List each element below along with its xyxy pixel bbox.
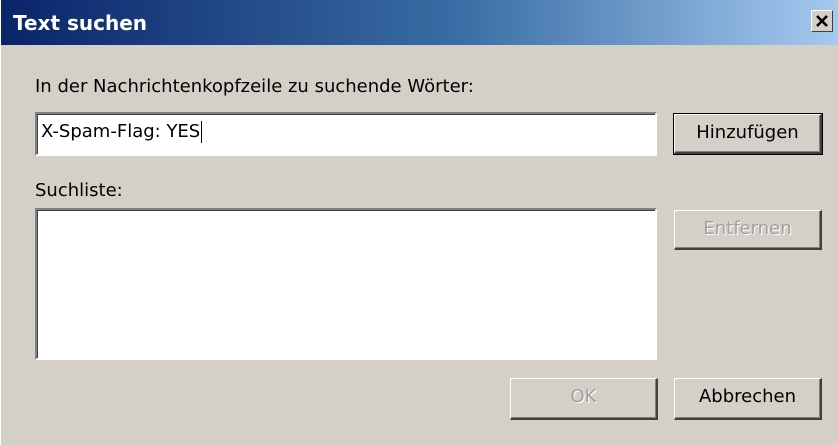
remove-button-label: Entfernen [703,218,792,239]
window-title: Text suchen [13,11,148,35]
header-words-label: In der Nachrichtenkopfzeile zu suchende … [35,76,474,97]
remove-button[interactable]: Entfernen [674,210,822,250]
add-button-label: Hinzufügen [696,122,799,143]
search-list-label: Suchliste: [35,180,123,201]
ok-button-label: OK [570,386,597,407]
close-button[interactable] [811,10,833,32]
text-caret [201,121,203,143]
header-words-value: X-Spam-Flag: YES [41,121,203,143]
text-search-dialog: Text suchen In der Nachrichtenkopfzeile … [0,0,838,445]
cancel-button[interactable]: Abbrechen [674,378,822,420]
add-button[interactable]: Hinzufügen [673,113,823,155]
title-bar[interactable]: Text suchen [1,0,838,45]
header-words-input[interactable]: X-Spam-Flag: YES [35,112,657,156]
search-list-box[interactable] [35,208,657,360]
cancel-button-label: Abbrechen [698,386,797,407]
ok-button[interactable]: OK [510,378,658,420]
